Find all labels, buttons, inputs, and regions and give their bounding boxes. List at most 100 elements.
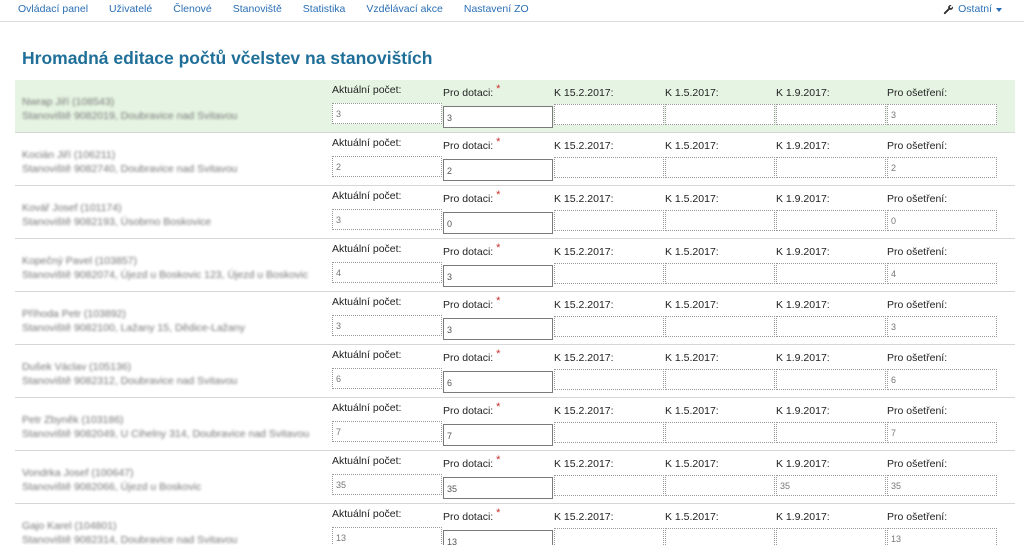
treatment-input[interactable]: 2 <box>887 157 997 178</box>
field-group-d3: K 1.9.2017: 35 <box>776 455 886 496</box>
d1-input[interactable] <box>554 157 664 178</box>
actual-input[interactable]: 3 <box>332 209 442 230</box>
d1-input[interactable] <box>554 263 664 284</box>
d3-input[interactable] <box>776 422 886 443</box>
field-label-text: K 15.2.2017: <box>554 246 614 258</box>
d1-input[interactable] <box>554 104 664 125</box>
field-label-subsidy: Pro dotaci: * <box>443 454 553 470</box>
nav-item-statistics[interactable]: Statistika <box>303 3 346 16</box>
field-group-subsidy: Pro dotaci: * 3 <box>443 242 553 287</box>
field-label-text: K 1.9.2017: <box>776 352 830 364</box>
d3-input[interactable] <box>776 316 886 337</box>
subsidy-input[interactable]: 0 <box>443 212 553 234</box>
treatment-input[interactable]: 0 <box>887 210 997 231</box>
d3-input[interactable] <box>776 157 886 178</box>
field-label-subsidy: Pro dotaci: * <box>443 295 553 311</box>
field-group-actual: Aktuální počet: 3 <box>332 190 442 230</box>
d1-input[interactable] <box>554 475 664 496</box>
field-group-actual: Aktuální počet: 35 <box>332 455 442 495</box>
d1-input[interactable] <box>554 210 664 231</box>
subsidy-input[interactable]: 35 <box>443 477 553 499</box>
field-label-treatment: Pro ošetření: <box>887 87 997 99</box>
actual-input[interactable]: 35 <box>332 474 442 495</box>
d1-input[interactable] <box>554 316 664 337</box>
apiary-row: Vondrka Josef (100647) Stanoviště 9082066… <box>15 451 1015 504</box>
treatment-input[interactable]: 35 <box>887 475 997 496</box>
field-label-text: K 1.5.2017: <box>665 246 719 258</box>
d2-input[interactable] <box>665 157 775 178</box>
field-label-text: K 1.9.2017: <box>776 405 830 417</box>
field-group-d2: K 1.5.2017: <box>665 84 775 125</box>
actual-input[interactable]: 7 <box>332 421 442 442</box>
field-label-text: Pro ošetření: <box>887 352 948 364</box>
d3-input[interactable] <box>776 369 886 390</box>
subsidy-input[interactable]: 13 <box>443 530 553 545</box>
nav-item-sites[interactable]: Stanoviště <box>233 3 282 16</box>
d2-input[interactable] <box>665 104 775 125</box>
actual-input[interactable]: 4 <box>332 262 442 283</box>
nav-item-settings[interactable]: Nastavení ZO <box>464 3 529 16</box>
subsidy-input[interactable]: 7 <box>443 424 553 446</box>
actual-input[interactable]: 3 <box>332 103 442 124</box>
d2-input[interactable] <box>665 475 775 496</box>
required-asterisk: * <box>496 507 501 519</box>
subsidy-input[interactable]: 3 <box>443 106 553 128</box>
actual-input[interactable]: 13 <box>332 527 442 545</box>
actual-input[interactable]: 6 <box>332 368 442 389</box>
subsidy-input[interactable]: 6 <box>443 371 553 393</box>
apiary-rows: Nwrap Jiří (108543) Stanoviště 9082019, D… <box>15 80 1015 545</box>
field-group-d3: K 1.9.2017: <box>776 84 886 125</box>
treatment-input[interactable]: 3 <box>887 104 997 125</box>
field-group-treatment: Pro ošetření: 7 <box>887 402 997 443</box>
field-label-text: Pro dotaci: <box>443 511 494 523</box>
treatment-input[interactable]: 7 <box>887 422 997 443</box>
d3-input[interactable] <box>776 210 886 231</box>
treatment-input[interactable]: 13 <box>887 528 997 545</box>
field-group-d1: K 15.2.2017: <box>554 455 664 496</box>
field-label-text: Aktuální počet: <box>332 190 402 202</box>
field-label-d3: K 1.9.2017: <box>776 87 886 99</box>
treatment-input[interactable]: 4 <box>887 263 997 284</box>
d1-input[interactable] <box>554 422 664 443</box>
d2-input[interactable] <box>665 263 775 284</box>
nav-item-control-panel[interactable]: Ovládací panel <box>18 3 88 16</box>
field-label-text: K 15.2.2017: <box>554 511 614 523</box>
d1-input[interactable] <box>554 528 664 545</box>
actual-input[interactable]: 3 <box>332 315 442 336</box>
field-label-d3: K 1.9.2017: <box>776 193 886 205</box>
field-label-subsidy: Pro dotaci: * <box>443 189 553 205</box>
treatment-input[interactable]: 6 <box>887 369 997 390</box>
subsidy-input[interactable]: 2 <box>443 159 553 181</box>
field-group-subsidy: Pro dotaci: * 3 <box>443 295 553 340</box>
field-label-treatment: Pro ošetření: <box>887 140 997 152</box>
field-label-text: Aktuální počet: <box>332 296 402 308</box>
actual-input[interactable]: 2 <box>332 156 442 177</box>
d2-input[interactable] <box>665 210 775 231</box>
page-title: Hromadná editace počtů včelstev na stano… <box>22 48 433 68</box>
nav-other-dropdown[interactable]: Ostatní <box>943 3 1002 16</box>
nav-item-members[interactable]: Členové <box>173 3 212 16</box>
subsidy-input[interactable]: 3 <box>443 318 553 340</box>
field-group-actual: Aktuální počet: 4 <box>332 243 442 283</box>
subsidy-input[interactable]: 3 <box>443 265 553 287</box>
d2-input[interactable] <box>665 422 775 443</box>
d2-input[interactable] <box>665 369 775 390</box>
field-label-text: K 1.9.2017: <box>776 511 830 523</box>
field-label-subsidy: Pro dotaci: * <box>443 507 553 523</box>
treatment-input[interactable]: 3 <box>887 316 997 337</box>
site-address: Stanoviště 9082049, U Cihelny 314, Doubr… <box>22 428 310 440</box>
field-group-d3: K 1.9.2017: <box>776 137 886 178</box>
field-label-text: Pro dotaci: <box>443 352 494 364</box>
nav-item-education[interactable]: Vzdělávací akce <box>366 3 442 16</box>
d2-input[interactable] <box>665 316 775 337</box>
nav-item-users[interactable]: Uživatelé <box>109 3 152 16</box>
field-label-text: K 15.2.2017: <box>554 352 614 364</box>
d3-input[interactable] <box>776 263 886 284</box>
d3-input[interactable]: 35 <box>776 475 886 496</box>
field-label-text: K 15.2.2017: <box>554 140 614 152</box>
d1-input[interactable] <box>554 369 664 390</box>
d3-input[interactable] <box>776 104 886 125</box>
d3-input[interactable] <box>776 528 886 545</box>
d2-input[interactable] <box>665 528 775 545</box>
field-group-actual: Aktuální počet: 6 <box>332 349 442 389</box>
